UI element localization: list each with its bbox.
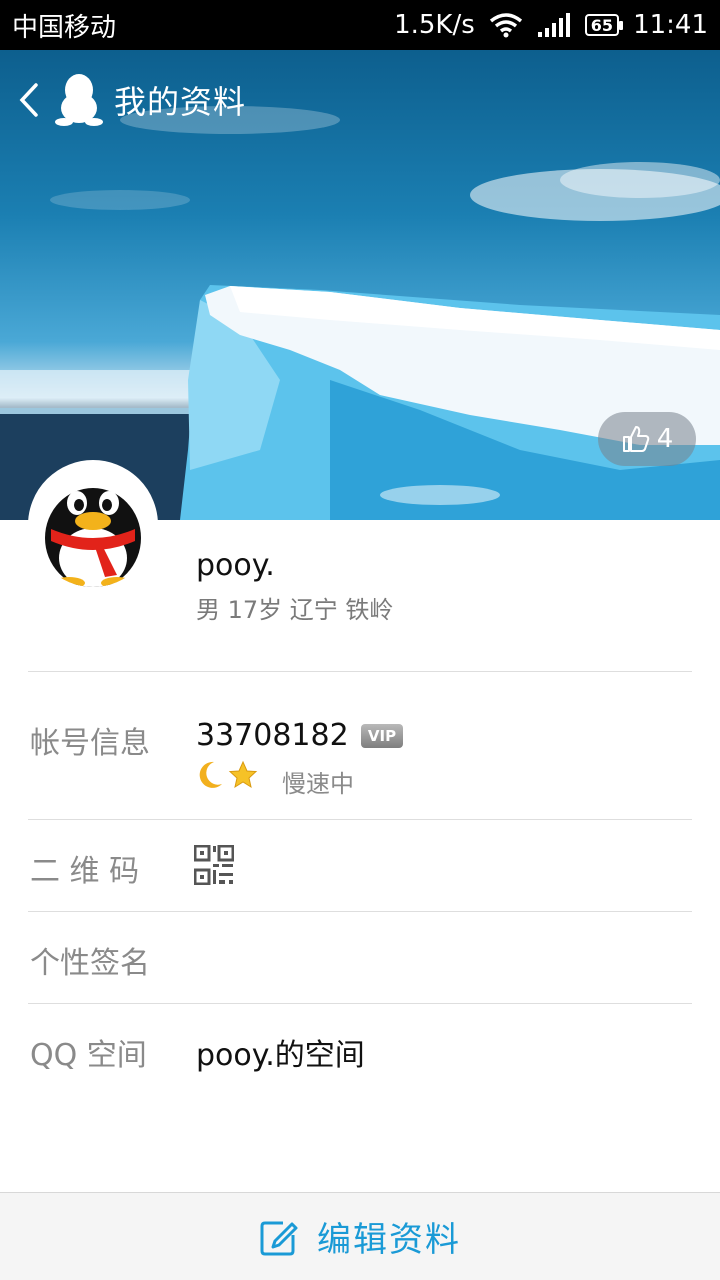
divider bbox=[28, 911, 692, 912]
back-button[interactable] bbox=[14, 75, 44, 125]
edit-icon bbox=[260, 1221, 298, 1255]
profile-info: 男 17岁 辽宁 铁岭 bbox=[196, 596, 394, 624]
divider bbox=[28, 819, 692, 820]
qzone-link[interactable]: pooy.的空间 bbox=[196, 1030, 365, 1074]
page-title: 我的资料 bbox=[114, 83, 247, 121]
qrcode-label: 二 维 码 bbox=[30, 854, 140, 889]
qzone-label: QQ 空间 bbox=[30, 1038, 147, 1073]
profile-cover: 我的资料 4 bbox=[0, 50, 720, 520]
profile-name: pooy. bbox=[196, 548, 275, 583]
acceleration-status: 慢速中 bbox=[282, 770, 354, 798]
chevron-left-icon bbox=[19, 83, 38, 117]
signature-label: 个性签名 bbox=[30, 946, 150, 981]
penguin-avatar-image bbox=[45, 488, 141, 587]
battery-icon: 65 bbox=[584, 14, 624, 36]
edit-profile-button[interactable]: 编辑资料 bbox=[0, 1192, 720, 1280]
divider bbox=[28, 671, 692, 672]
like-button[interactable]: 4 bbox=[598, 412, 696, 466]
divider bbox=[28, 1003, 692, 1004]
clock: 11:41 bbox=[633, 10, 708, 40]
qr-code-icon[interactable] bbox=[194, 845, 234, 885]
qq-penguin-icon bbox=[55, 74, 103, 126]
moon-icon bbox=[199, 761, 222, 788]
like-count: 4 bbox=[656, 424, 674, 454]
thumbs-up-icon bbox=[622, 426, 649, 452]
status-bar: 中国移动 1.5K/s 65 11:41 bbox=[0, 0, 720, 50]
signal-icon bbox=[537, 13, 570, 37]
level-icons bbox=[196, 760, 258, 790]
carrier-name: 中国移动 bbox=[12, 12, 117, 43]
network-speed: 1.5K/s bbox=[394, 10, 475, 40]
qq-number: 33708182 bbox=[196, 718, 349, 753]
avatar[interactable] bbox=[28, 460, 158, 590]
vip-badge: VIP bbox=[361, 724, 403, 748]
account-label: 帐号信息 bbox=[30, 726, 150, 761]
star-icon bbox=[228, 760, 258, 789]
edit-profile-label: 编辑资料 bbox=[317, 1220, 461, 1260]
wifi-icon bbox=[489, 13, 522, 38]
status-indicators: 1.5K/s 65 11:41 bbox=[394, 10, 708, 40]
top-nav: 我的资料 bbox=[0, 50, 720, 150]
